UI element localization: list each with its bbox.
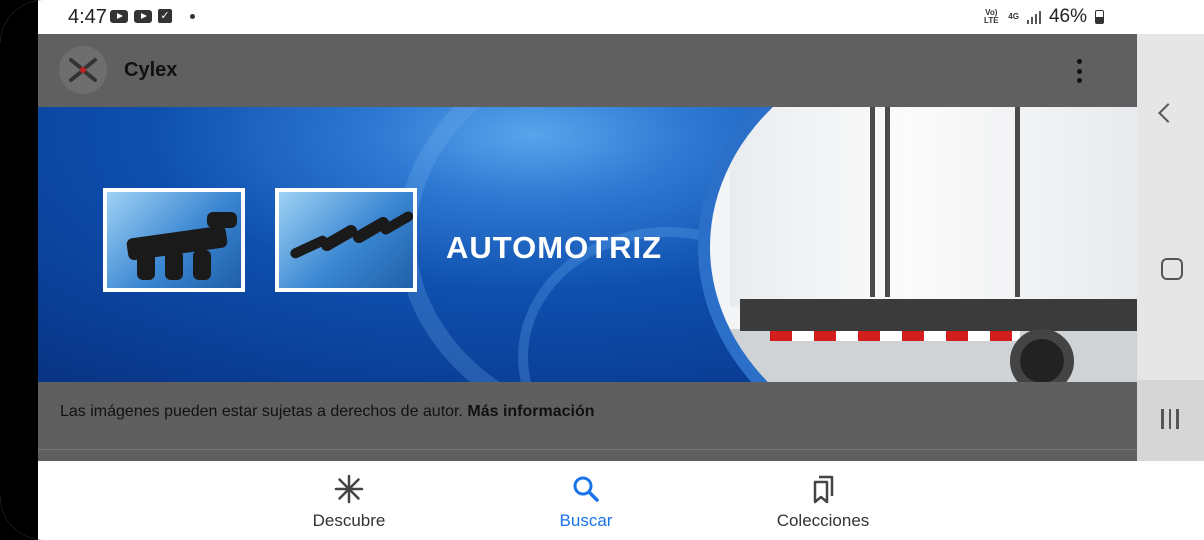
screen-bezel — [0, 0, 38, 540]
banner-title: AUTOMOTRIZ — [446, 230, 663, 265]
recent-apps-icon[interactable] — [1161, 409, 1179, 429]
more-info-link[interactable]: Más información — [467, 403, 594, 420]
more-options-icon[interactable] — [1070, 56, 1088, 86]
home-icon[interactable] — [1161, 258, 1183, 280]
battery-percent: 46% — [1048, 6, 1087, 27]
cylex-logo-icon — [69, 58, 97, 82]
bottom-navigation: Descubre Buscar Colecciones — [38, 461, 1204, 540]
network-type: 4G — [1008, 12, 1019, 21]
site-logo[interactable] — [59, 46, 107, 94]
bookmarks-icon — [813, 475, 834, 504]
youtube-icon — [134, 9, 152, 23]
truck-photo — [710, 107, 1137, 382]
phone-screen: 4:47 ✓ Vo) LTE 4G 46% Cylex AUTOMOTRIZ L… — [0, 0, 1204, 540]
back-icon[interactable] — [1158, 103, 1178, 123]
clock: 4:47 — [68, 6, 107, 28]
site-name[interactable]: Cylex — [124, 59, 177, 82]
result-image[interactable]: AUTOMOTRIZ — [38, 107, 1137, 382]
nav-descubre[interactable]: Descubre — [269, 473, 429, 531]
nav-label: Buscar — [559, 511, 613, 530]
notification-icons: ✓ — [110, 9, 195, 23]
checkbox-icon: ✓ — [158, 9, 172, 23]
youtube-icon — [110, 9, 128, 23]
nav-buscar[interactable]: Buscar — [506, 473, 666, 531]
status-bar: 4:47 ✓ Vo) LTE 4G 46% — [38, 0, 1204, 34]
copyright-text: Las imágenes pueden estar sujetas a dere… — [60, 403, 468, 420]
nav-label: Colecciones — [776, 511, 870, 530]
system-nav-bar — [1137, 34, 1204, 461]
battery-icon — [1095, 10, 1104, 24]
image-viewer: Cylex AUTOMOTRIZ Las imágenes pueden est… — [38, 34, 1137, 461]
volte-icon: Vo) LTE — [984, 8, 999, 25]
viewer-header: Cylex — [38, 34, 1137, 106]
dot-icon — [190, 13, 195, 19]
rubber-seal-thumbnail — [103, 188, 245, 292]
divider — [38, 449, 1137, 450]
signal-icon — [1026, 10, 1041, 24]
search-icon — [573, 476, 599, 502]
asterisk-icon — [334, 474, 364, 504]
rubber-profile-thumbnail — [275, 188, 417, 292]
system-icons: Vo) LTE 4G 46% — [982, 6, 1104, 28]
nav-colecciones[interactable]: Colecciones — [743, 473, 903, 531]
nav-label: Descubre — [312, 511, 386, 530]
copyright-notice: Las imágenes pueden estar sujetas a dere… — [60, 403, 595, 421]
